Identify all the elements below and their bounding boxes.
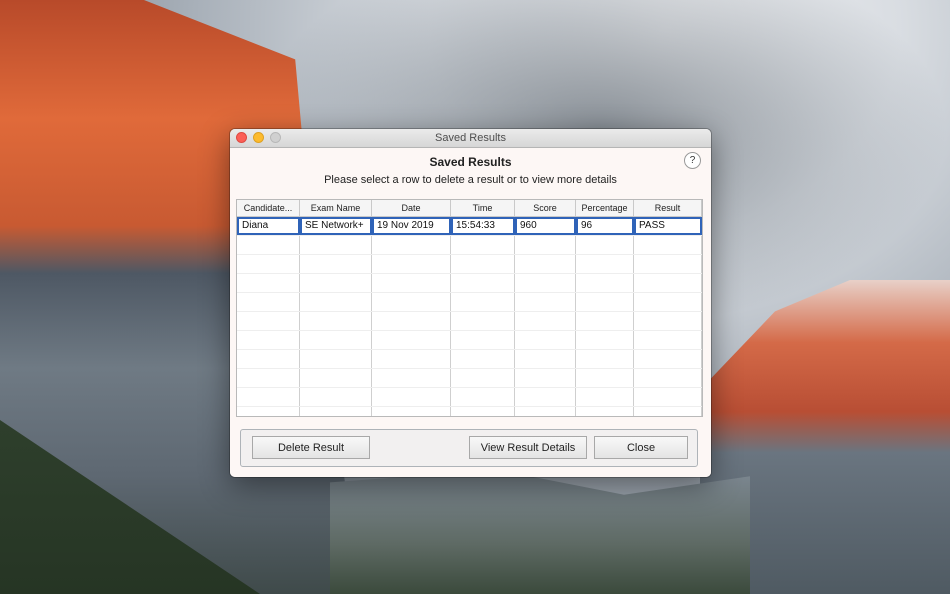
window-titlebar[interactable]: Saved Results bbox=[230, 129, 711, 148]
empty-table-row bbox=[237, 407, 702, 416]
column-header-percentage[interactable]: Percentage bbox=[576, 200, 634, 216]
column-header-time[interactable]: Time bbox=[451, 200, 515, 216]
empty-table-row bbox=[237, 312, 702, 331]
empty-table-row bbox=[237, 274, 702, 293]
wallpaper-valley bbox=[330, 470, 750, 594]
window-title: Saved Results bbox=[435, 132, 506, 144]
dialog-heading: Saved Results bbox=[429, 155, 512, 169]
help-icon[interactable]: ? bbox=[684, 152, 701, 169]
empty-table-row bbox=[237, 369, 702, 388]
cell-date[interactable]: 19 Nov 2019 bbox=[372, 217, 451, 235]
dialog-subheading: Please select a row to delete a result o… bbox=[324, 174, 617, 186]
delete-result-button[interactable]: Delete Result bbox=[252, 436, 370, 459]
cell-time[interactable]: 15:54:33 bbox=[451, 217, 515, 235]
view-result-details-button[interactable]: View Result Details bbox=[469, 436, 587, 459]
results-table: Candidate... Exam Name Date Time Score P… bbox=[236, 199, 703, 417]
saved-results-window: Saved Results Saved Results Please selec… bbox=[230, 129, 711, 477]
table-header: Candidate... Exam Name Date Time Score P… bbox=[237, 200, 702, 217]
cell-result[interactable]: PASS bbox=[634, 217, 702, 235]
table-row[interactable]: Diana SE Network+ 19 Nov 2019 15:54:33 9… bbox=[237, 217, 702, 236]
cell-exam-name[interactable]: SE Network+ bbox=[300, 217, 372, 235]
empty-table-row bbox=[237, 331, 702, 350]
empty-table-row bbox=[237, 350, 702, 369]
button-panel: Delete Result View Result Details Close bbox=[240, 429, 698, 467]
empty-table-row bbox=[237, 255, 702, 274]
column-header-result[interactable]: Result bbox=[634, 200, 702, 216]
window-controls bbox=[236, 132, 281, 143]
close-window-icon[interactable] bbox=[236, 132, 247, 143]
close-button[interactable]: Close bbox=[594, 436, 688, 459]
table-body: Diana SE Network+ 19 Nov 2019 15:54:33 9… bbox=[237, 217, 702, 416]
column-header-date[interactable]: Date bbox=[372, 200, 451, 216]
cell-percentage[interactable]: 96 bbox=[576, 217, 634, 235]
column-header-exam-name[interactable]: Exam Name bbox=[300, 200, 372, 216]
empty-table-row bbox=[237, 236, 702, 255]
cell-candidate[interactable]: Diana bbox=[237, 217, 300, 235]
empty-table-row bbox=[237, 293, 702, 312]
column-header-candidate[interactable]: Candidate... bbox=[237, 200, 300, 216]
zoom-window-icon[interactable] bbox=[270, 132, 281, 143]
window-content: Saved Results Please select a row to del… bbox=[230, 148, 711, 477]
cell-score[interactable]: 960 bbox=[515, 217, 576, 235]
minimize-window-icon[interactable] bbox=[253, 132, 264, 143]
empty-table-row bbox=[237, 388, 702, 407]
column-header-score[interactable]: Score bbox=[515, 200, 576, 216]
